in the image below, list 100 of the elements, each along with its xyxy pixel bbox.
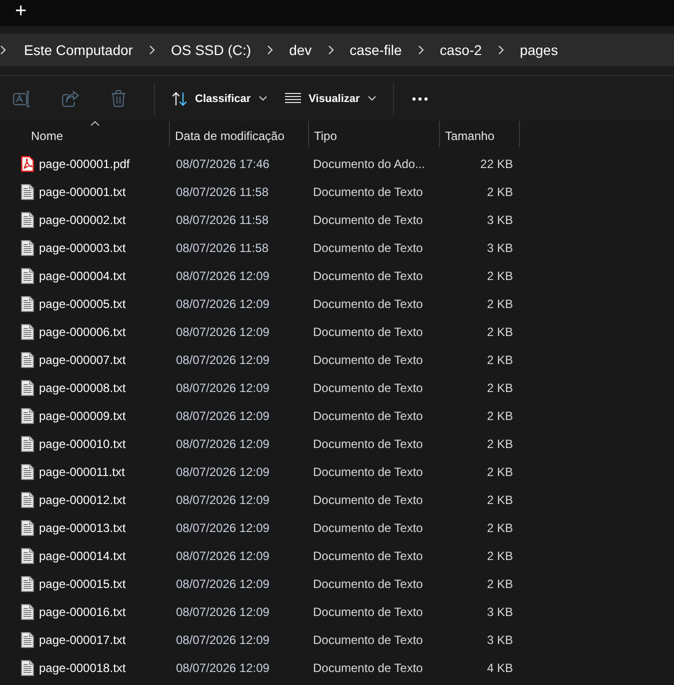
chevron-down-icon: [258, 96, 267, 101]
text-file-icon: [21, 660, 34, 676]
modified-date: 08/07/2026 12:09: [175, 353, 270, 367]
sort-caret-icon: [90, 121, 99, 126]
file-type: Documento de Texto: [312, 241, 424, 255]
more-icon: [412, 96, 428, 100]
file-name[interactable]: page-000010.txt: [39, 437, 126, 451]
file-size: 2 KB: [486, 577, 514, 591]
chevron-right-icon[interactable]: [148, 45, 155, 55]
text-file-icon: [21, 184, 34, 200]
breadcrumb-item[interactable]: pages: [516, 40, 562, 60]
modified-date: 08/07/2026 12:09: [175, 549, 270, 563]
file-name[interactable]: page-000009.txt: [39, 409, 126, 423]
chevron-right-icon[interactable]: [267, 45, 274, 55]
lines-icon: [284, 93, 301, 104]
file-size: 3 KB: [486, 241, 514, 255]
text-file-icon: [21, 380, 34, 396]
file-type: Documento de Texto: [312, 269, 424, 283]
text-file-icon: [21, 240, 34, 256]
file-type: Documento de Texto: [312, 353, 424, 367]
modified-date: 08/07/2026 12:09: [175, 493, 270, 507]
column-header[interactable]: Tipo: [309, 121, 440, 147]
file-type: Documento de Texto: [312, 325, 424, 339]
file-name[interactable]: page-000003.txt: [39, 241, 126, 255]
file-type: Documento de Texto: [312, 437, 424, 451]
modified-date: 08/07/2026 12:09: [175, 577, 270, 591]
file-size: 2 KB: [486, 325, 514, 339]
view-menu-button[interactable]: Visualizar: [276, 82, 385, 114]
address-bar[interactable]: Este Computador OS SSD (C:) dev case-file caso-2 pages: [0, 34, 674, 66]
modified-date: 08/07/2026 11:58: [175, 241, 270, 255]
new-tab-button[interactable]: +: [13, 0, 29, 20]
file-size: 2 KB: [486, 437, 514, 451]
file-name[interactable]: page-000008.txt: [39, 381, 126, 395]
file-name[interactable]: page-000016.txt: [39, 605, 126, 619]
file-name[interactable]: page-000005.txt: [39, 297, 126, 311]
file-type: Documento de Texto: [312, 521, 424, 535]
file-name[interactable]: page-000001.txt: [39, 185, 126, 199]
file-name[interactable]: page-000015.txt: [39, 577, 126, 591]
file-name[interactable]: page-000018.txt: [39, 661, 126, 675]
file-name[interactable]: page-000001.pdf: [39, 157, 130, 171]
text-file-icon: [21, 492, 34, 508]
text-file-icon: [21, 520, 34, 536]
column-header[interactable]: Nome: [0, 121, 170, 147]
file-type: Documento de Texto: [312, 185, 424, 199]
column-header[interactable]: Data de modificação: [170, 121, 309, 147]
file-size: 2 KB: [486, 381, 514, 395]
file-type: Documento de Texto: [312, 297, 424, 311]
file-type: Documento de Texto: [312, 213, 424, 227]
text-file-icon: [21, 464, 34, 480]
file-name[interactable]: page-000006.txt: [39, 325, 126, 339]
pdf-file-icon: [21, 156, 34, 172]
file-type: Documento de Texto: [312, 381, 424, 395]
modified-date: 08/07/2026 17:46: [175, 157, 270, 171]
file-name[interactable]: page-000002.txt: [39, 213, 126, 227]
sort-arrows-icon: [172, 92, 187, 106]
breadcrumb-item[interactable]: OS SSD (C:): [166, 40, 256, 60]
file-size: 2 KB: [486, 465, 514, 479]
breadcrumb-item[interactable]: dev: [285, 40, 316, 60]
chevron-right-icon[interactable]: [328, 45, 334, 55]
file-name[interactable]: page-000007.txt: [39, 353, 126, 367]
column-header[interactable]: Tamanho: [440, 121, 520, 147]
chevron-right-icon[interactable]: [418, 45, 424, 55]
text-file-icon: [21, 212, 34, 228]
file-name[interactable]: page-000011.txt: [39, 465, 125, 479]
breadcrumb-item[interactable]: caso-2: [436, 40, 486, 60]
file-size: 2 KB: [486, 521, 514, 535]
breadcrumb-item[interactable]: Este Computador: [20, 40, 137, 60]
modified-date: 08/07/2026 11:58: [175, 213, 270, 227]
chevron-right-icon[interactable]: [0, 45, 6, 55]
file-name[interactable]: page-000014.txt: [39, 549, 126, 563]
file-size: 4 KB: [486, 661, 514, 675]
text-file-icon: [21, 632, 34, 648]
file-type: Documento de Texto: [312, 493, 424, 507]
file-name[interactable]: page-000012.txt: [39, 493, 126, 507]
text-file-icon: [21, 436, 34, 452]
file-size: 2 KB: [486, 297, 514, 311]
file-name[interactable]: page-000017.txt: [39, 633, 126, 647]
file-name[interactable]: page-000004.txt: [39, 269, 126, 283]
text-file-icon: [21, 324, 34, 340]
chevron-right-icon[interactable]: [498, 45, 504, 55]
modified-date: 08/07/2026 12:09: [175, 661, 270, 675]
file-size: 3 KB: [486, 213, 514, 227]
file-type: Documento de Texto: [312, 605, 424, 619]
modified-date: 08/07/2026 12:09: [175, 465, 270, 479]
text-file-icon: [21, 352, 34, 368]
file-size: 2 KB: [486, 269, 514, 283]
file-name[interactable]: page-000013.txt: [39, 521, 126, 535]
file-type: Documento de Texto: [312, 577, 424, 591]
text-file-icon: [21, 548, 34, 564]
text-file-icon: [21, 408, 34, 424]
sort-menu-button[interactable]: Classificar: [163, 82, 276, 114]
file-size: 2 KB: [486, 353, 514, 367]
text-file-icon: [21, 296, 34, 312]
modified-date: 08/07/2026 12:09: [175, 269, 270, 283]
file-type: Documento do Ado...: [312, 157, 426, 171]
file-size: 22 KB: [479, 157, 514, 171]
file-type: Documento de Texto: [312, 549, 424, 563]
breadcrumb-item[interactable]: case-file: [346, 40, 406, 60]
modified-date: 08/07/2026 11:58: [175, 185, 270, 199]
file-type: Documento de Texto: [312, 661, 424, 675]
